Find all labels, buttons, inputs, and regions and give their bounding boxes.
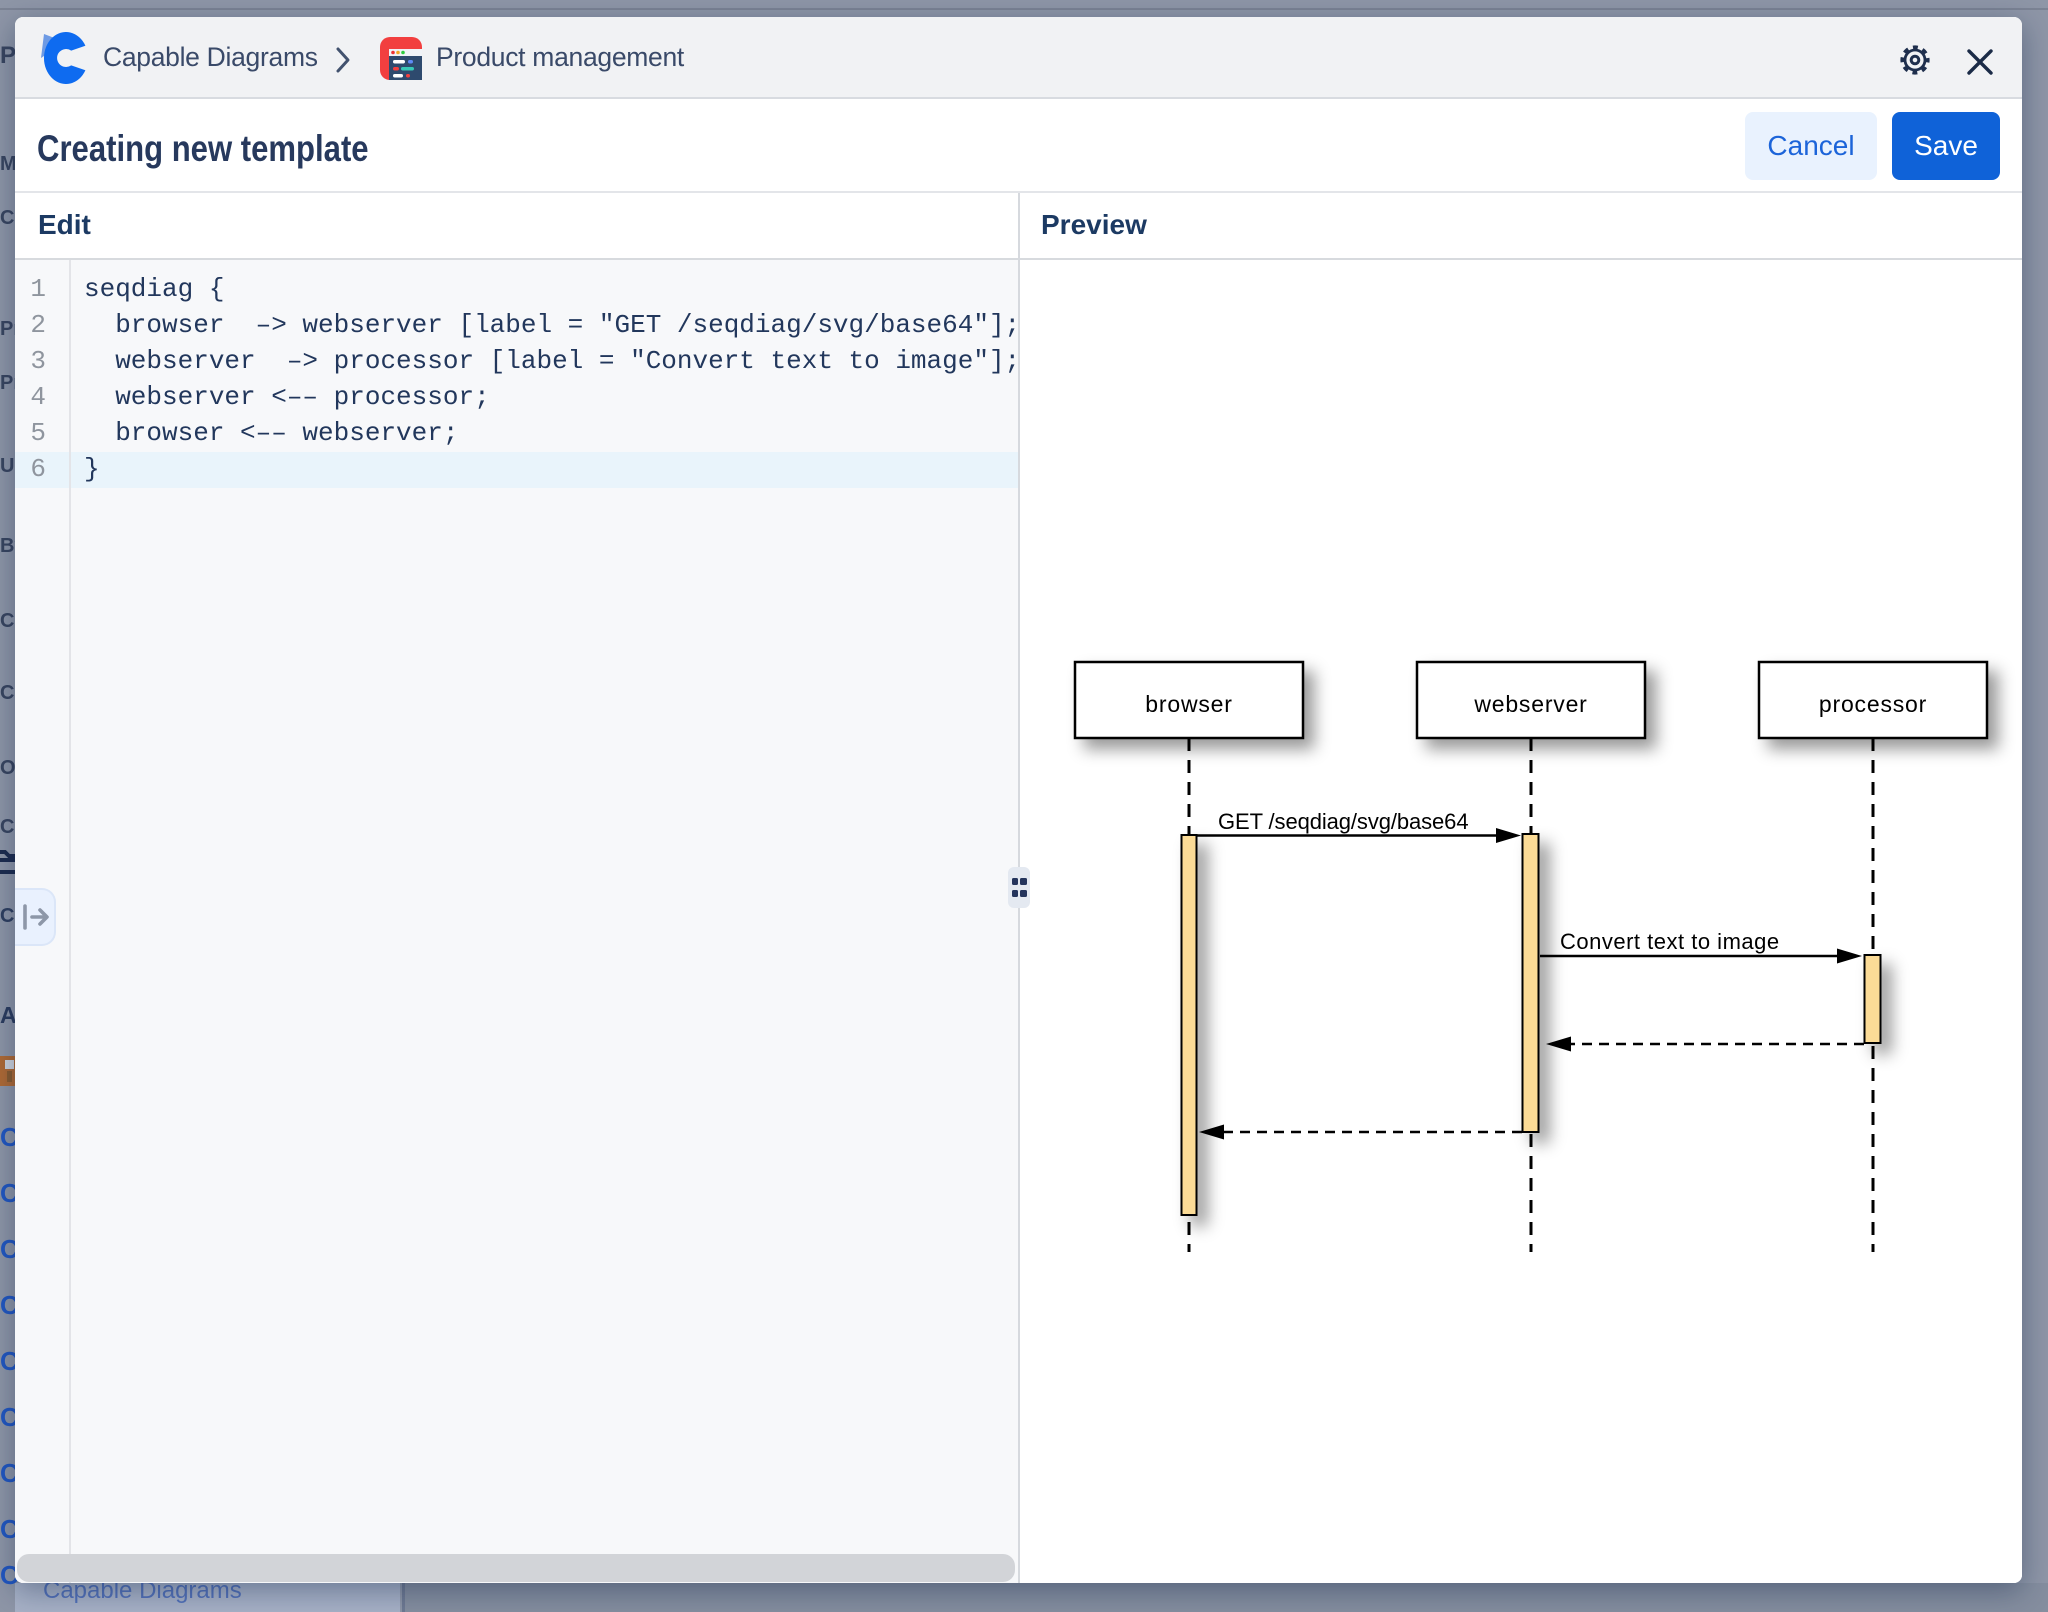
svg-text:webserver: webserver — [1473, 691, 1587, 717]
svg-text:browser: browser — [1145, 691, 1232, 717]
svg-text:processor: processor — [1819, 691, 1927, 717]
svg-text:Convert text to image: Convert text to image — [1560, 929, 1780, 954]
svg-text:GET /seqdiag/svg/base64: GET /seqdiag/svg/base64 — [1218, 809, 1468, 834]
